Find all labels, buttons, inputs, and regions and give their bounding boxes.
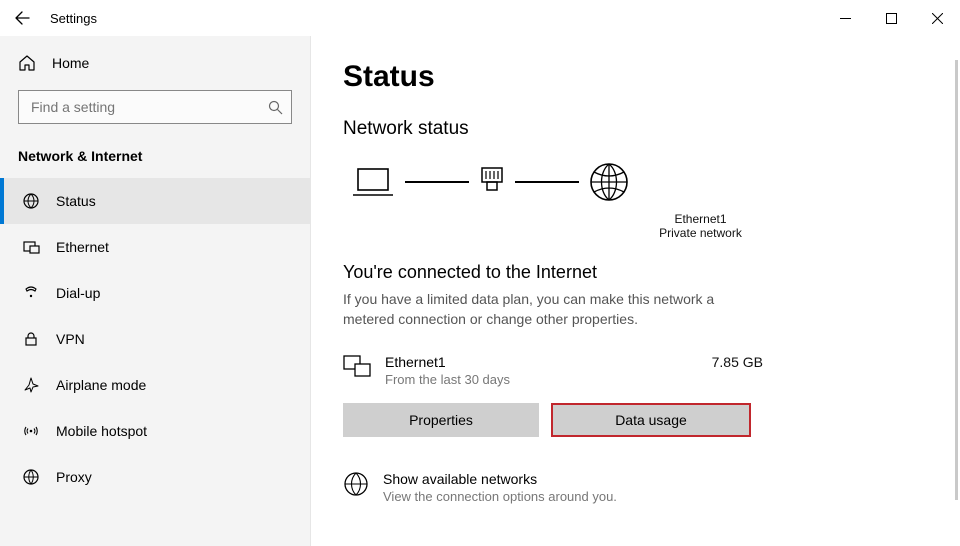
minimize-button[interactable]	[822, 0, 868, 36]
network-diagram	[349, 160, 928, 204]
scrollbar[interactable]	[955, 60, 958, 500]
nav-status[interactable]: Status	[0, 178, 310, 224]
home-link[interactable]: Home	[0, 44, 310, 82]
nav-label: Mobile hotspot	[56, 423, 147, 439]
button-label: Properties	[409, 412, 473, 428]
connection-icon	[343, 354, 371, 378]
nav-list: Status Ethernet Dial-up VPN	[0, 178, 310, 500]
search-box[interactable]	[18, 90, 292, 124]
nav-label: Proxy	[56, 469, 92, 485]
search-icon	[268, 100, 283, 115]
button-row: Properties Data usage	[343, 403, 928, 437]
diagram-line	[515, 181, 579, 183]
ethernet-icon	[22, 238, 40, 256]
data-usage-button[interactable]: Data usage	[551, 403, 751, 437]
nav-label: Airplane mode	[56, 377, 146, 393]
nav-ethernet[interactable]: Ethernet	[0, 224, 310, 270]
nav-label: Dial-up	[56, 285, 100, 301]
properties-button[interactable]: Properties	[343, 403, 539, 437]
connected-title: You're connected to the Internet	[343, 262, 928, 283]
adapter-sub: Private network	[473, 226, 928, 240]
home-label: Home	[52, 55, 89, 71]
available-sub: View the connection options around you.	[383, 489, 617, 504]
window-title: Settings	[50, 11, 97, 26]
page-subheading: Network status	[343, 118, 928, 140]
adapter-name: Ethernet1	[473, 212, 928, 226]
home-icon	[18, 54, 36, 72]
proxy-icon	[22, 468, 40, 486]
diagram-line	[405, 181, 469, 183]
nav-label: Status	[56, 193, 96, 209]
maximize-icon	[886, 13, 897, 24]
available-networks[interactable]: Show available networks View the connect…	[343, 471, 928, 504]
connection-period: From the last 30 days	[385, 372, 698, 387]
main-content: Status Network status Ethernet1 Private …	[311, 36, 960, 546]
page-heading: Status	[343, 60, 928, 94]
nav-proxy[interactable]: Proxy	[0, 454, 310, 500]
section-title: Network & Internet	[0, 142, 310, 178]
nav-label: VPN	[56, 331, 85, 347]
status-icon	[22, 192, 40, 210]
globe-small-icon	[343, 471, 369, 497]
nav-hotspot[interactable]: Mobile hotspot	[0, 408, 310, 454]
connected-body: If you have a limited data plan, you can…	[343, 289, 763, 330]
dialup-icon	[22, 284, 40, 302]
adapter-icon	[477, 162, 507, 202]
diagram-caption: Ethernet1 Private network	[473, 212, 928, 240]
vpn-icon	[22, 330, 40, 348]
titlebar: Settings	[0, 0, 960, 36]
maximize-button[interactable]	[868, 0, 914, 36]
nav-dialup[interactable]: Dial-up	[0, 270, 310, 316]
window-controls	[822, 0, 960, 36]
close-button[interactable]	[914, 0, 960, 36]
nav-label: Ethernet	[56, 239, 109, 255]
globe-icon	[587, 160, 631, 204]
available-title: Show available networks	[383, 471, 617, 487]
close-icon	[932, 13, 943, 24]
laptop-icon	[349, 162, 397, 202]
arrow-left-icon	[14, 10, 30, 26]
airplane-icon	[22, 376, 40, 394]
connection-name: Ethernet1	[385, 354, 698, 370]
nav-vpn[interactable]: VPN	[0, 316, 310, 362]
connection-row: Ethernet1 From the last 30 days 7.85 GB	[343, 354, 763, 387]
nav-airplane[interactable]: Airplane mode	[0, 362, 310, 408]
search-input[interactable]	[29, 98, 268, 116]
sidebar: Home Network & Internet Status Ethernet	[0, 36, 311, 546]
button-label: Data usage	[615, 412, 687, 428]
minimize-icon	[840, 13, 851, 24]
hotspot-icon	[22, 422, 40, 440]
back-button[interactable]	[0, 0, 44, 36]
connection-amount: 7.85 GB	[712, 354, 763, 370]
